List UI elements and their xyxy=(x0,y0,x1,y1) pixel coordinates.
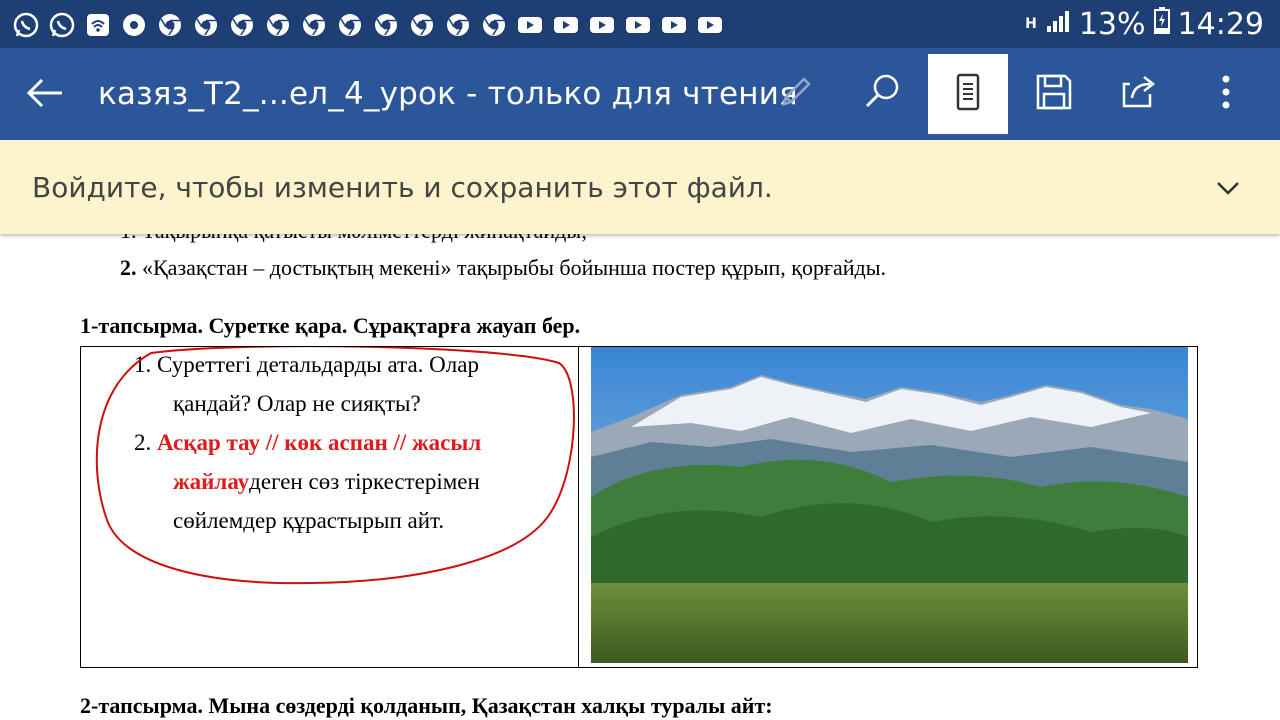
task2-heading: 2-тапсырма. Мына сөздерді қолданып, Қаза… xyxy=(80,693,773,718)
document-page: 1. Тақырыпқа қатысты мәліметтерді жинақт… xyxy=(0,210,1280,720)
youtube-icon xyxy=(696,11,724,39)
chrome-icon xyxy=(408,11,436,39)
youtube-icon xyxy=(624,11,652,39)
mobile-view-icon xyxy=(948,72,988,117)
network-type-label: H xyxy=(1025,16,1037,32)
cloud-sync-icon xyxy=(120,11,148,39)
chrome-icon xyxy=(372,11,400,39)
whatsapp-icon xyxy=(12,11,40,39)
notification-icons xyxy=(12,11,724,39)
youtube-icon xyxy=(588,11,616,39)
more-vert-icon xyxy=(1216,72,1236,117)
chrome-icon xyxy=(480,11,508,39)
chrome-icon xyxy=(192,11,220,39)
battery-percent: 13% xyxy=(1078,6,1146,42)
red-annotation-circle xyxy=(95,347,575,585)
share-icon xyxy=(1120,72,1160,117)
document-title: казяз_Т2_...ел_4_урок - только для чтени… xyxy=(98,76,798,112)
battery-charging-icon xyxy=(1153,6,1170,42)
sign-in-banner[interactable]: Войдите, чтобы изменить и сохранить этот… xyxy=(0,140,1280,234)
save-button[interactable] xyxy=(1014,54,1094,134)
youtube-icon xyxy=(552,11,580,39)
pencil-icon xyxy=(776,72,816,117)
signal-icon xyxy=(1045,7,1071,42)
status-bar: H 13% 14:29 xyxy=(0,0,1280,48)
chrome-icon xyxy=(264,11,292,39)
chrome-icon xyxy=(336,11,364,39)
youtube-icon xyxy=(516,11,544,39)
app-bar: казяз_Т2_...ел_4_урок - только для чтени… xyxy=(0,48,1280,140)
chrome-icon xyxy=(156,11,184,39)
youtube-icon xyxy=(660,11,688,39)
chrome-icon xyxy=(228,11,256,39)
chrome-icon xyxy=(300,11,328,39)
search-button[interactable] xyxy=(842,54,922,134)
edit-pencil-button[interactable] xyxy=(756,54,836,134)
status-indicators: H 13% 14:29 xyxy=(1025,6,1264,42)
whatsapp-icon xyxy=(48,11,76,39)
share-button[interactable] xyxy=(1100,54,1180,134)
mountain-landscape-image xyxy=(591,347,1188,663)
save-floppy-icon xyxy=(1034,72,1074,117)
clock: 14:29 xyxy=(1177,6,1264,42)
table-divider xyxy=(578,347,579,667)
task1-table: 1. Суреттегі детальдарды ата. Олар қанда… xyxy=(80,346,1198,668)
banner-message: Войдите, чтобы изменить и сохранить этот… xyxy=(32,171,773,204)
chrome-icon xyxy=(444,11,472,39)
more-options-button[interactable] xyxy=(1186,54,1266,134)
back-arrow-icon[interactable] xyxy=(24,70,70,116)
list-number: 2. xyxy=(120,255,137,280)
chevron-down-icon[interactable] xyxy=(1214,174,1242,202)
doc-list-item-2: 2. «Қазақстан – достықтың мекені» тақыры… xyxy=(120,255,886,281)
wifi-hotspot-icon xyxy=(84,11,112,39)
task1-heading: 1-тапсырма. Суретке қара. Сұрақтарға жау… xyxy=(80,313,581,338)
list-item-text: «Қазақстан – достықтың мекені» тақырыбы … xyxy=(136,255,887,280)
search-icon xyxy=(862,72,902,117)
mobile-view-button[interactable] xyxy=(928,54,1008,134)
